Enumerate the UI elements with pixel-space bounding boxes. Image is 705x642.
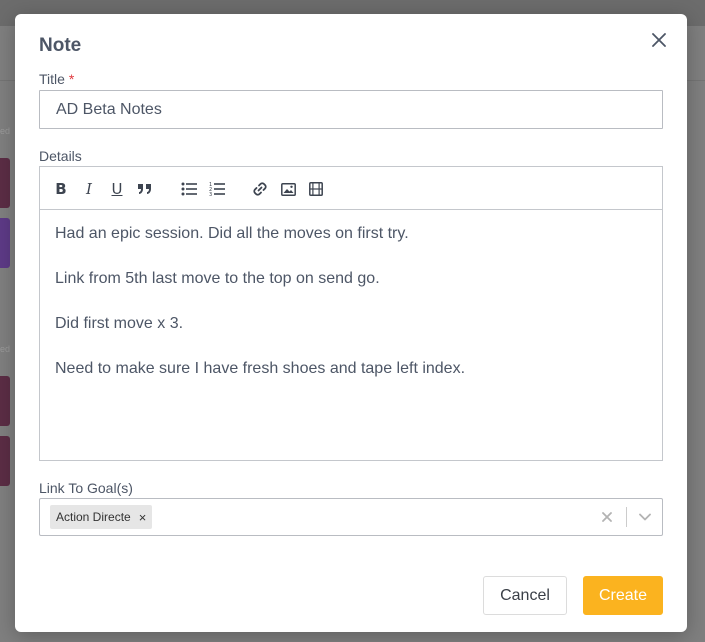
- italic-button[interactable]: I: [80, 180, 98, 198]
- numbered-list-button[interactable]: 1 2 3: [208, 180, 226, 198]
- required-indicator: *: [68, 71, 75, 87]
- link-icon: [253, 182, 267, 196]
- bold-button[interactable]: B: [52, 180, 70, 198]
- underline-button[interactable]: U: [108, 180, 126, 198]
- editor-content[interactable]: Had an epic session. Did all the moves o…: [40, 210, 662, 418]
- background-card: [0, 436, 10, 486]
- details-label: Details: [39, 148, 82, 164]
- goal-chip: Action Directe ×: [50, 505, 153, 529]
- image-icon: [280, 182, 296, 196]
- svg-text:3: 3: [209, 192, 212, 196]
- clear-icon: [602, 512, 612, 522]
- title-label: Title *: [39, 71, 75, 87]
- chip-remove-button[interactable]: ×: [139, 511, 147, 524]
- quote-icon: [138, 184, 151, 194]
- background-card: [0, 218, 10, 268]
- video-icon: [309, 182, 323, 196]
- background-card: [0, 376, 10, 426]
- bullet-list-icon: [181, 182, 197, 196]
- chevron-down-icon: [639, 513, 651, 521]
- modal-title: Note: [39, 35, 82, 56]
- create-button[interactable]: Create: [583, 576, 663, 615]
- video-button[interactable]: [307, 180, 325, 198]
- image-button[interactable]: [279, 180, 297, 198]
- background-label: ed: [0, 344, 11, 354]
- editor-toolbar: B I U 1 2 3: [40, 167, 662, 210]
- close-button[interactable]: [647, 28, 671, 52]
- editor-paragraph: Link from 5th last move to the top on se…: [55, 270, 380, 287]
- bullet-list-button[interactable]: [180, 180, 198, 198]
- goal-select[interactable]: Action Directe ×: [39, 498, 663, 536]
- title-input[interactable]: [39, 90, 663, 129]
- background-label: ed: [0, 126, 11, 136]
- cancel-button[interactable]: Cancel: [483, 576, 567, 615]
- goal-chip-label: Action Directe: [56, 510, 131, 524]
- quote-button[interactable]: [136, 180, 154, 198]
- note-modal: Note Title * Details B I U: [15, 14, 687, 632]
- background-card: [0, 158, 10, 208]
- numbered-list-icon: 1 2 3: [209, 182, 225, 196]
- clear-selection-button[interactable]: [598, 508, 616, 526]
- goal-label: Link To Goal(s): [39, 480, 133, 496]
- select-separator: [626, 507, 627, 527]
- editor-paragraph: Did first move x 3.: [55, 315, 184, 332]
- dropdown-toggle[interactable]: [636, 508, 654, 526]
- details-editor: B I U 1 2 3 Had an epic session. Did all…: [39, 166, 663, 461]
- editor-paragraph: Had an epic session. Did all the moves o…: [55, 225, 409, 242]
- editor-paragraph: Need to make sure I have fresh shoes and…: [55, 360, 466, 377]
- close-icon: [652, 33, 666, 47]
- link-button[interactable]: [251, 180, 269, 198]
